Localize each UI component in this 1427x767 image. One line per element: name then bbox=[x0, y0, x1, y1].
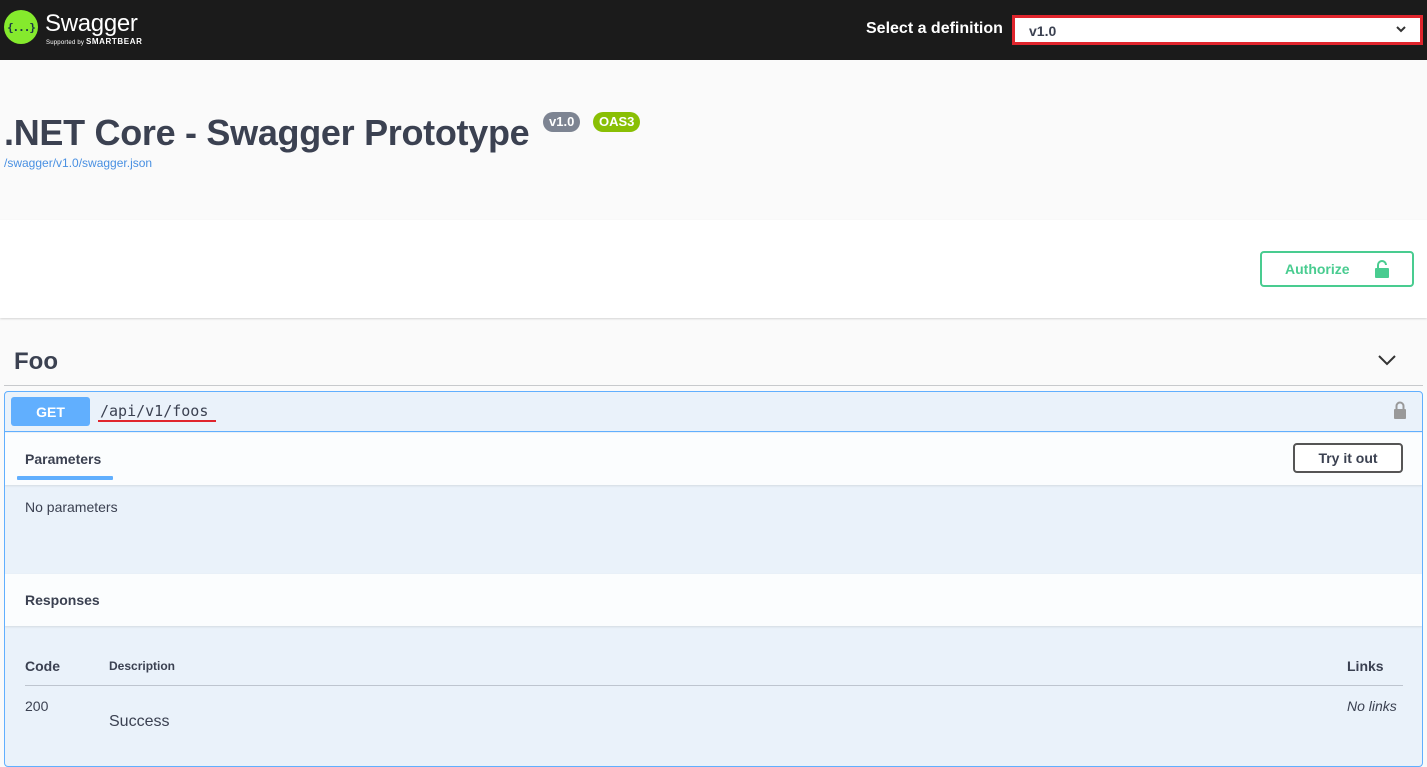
definition-select-value: v1.0 bbox=[1029, 23, 1057, 39]
spec-url-link[interactable]: /swagger/v1.0/swagger.json bbox=[4, 156, 152, 170]
oas-badge: OAS3 bbox=[593, 112, 641, 132]
version-badge: v1.0 bbox=[543, 112, 581, 132]
parameters-header: Parameters Try it out bbox=[5, 433, 1422, 485]
operation-block: GET /api/v1/foos Parameters Try it out N… bbox=[4, 391, 1423, 767]
response-links: No links bbox=[1347, 698, 1397, 714]
authorize-button[interactable]: Authorize bbox=[1260, 251, 1414, 287]
tag-name: Foo bbox=[14, 348, 58, 375]
logo-sub-brand: SMARTBEAR bbox=[85, 37, 143, 46]
logo-sub-prefix: Supported by bbox=[46, 40, 85, 46]
chevron-down-icon[interactable] bbox=[1377, 350, 1397, 370]
response-description: Success bbox=[109, 713, 170, 730]
responses-header: Responses bbox=[5, 574, 1422, 626]
table-header-divider bbox=[25, 685, 1403, 686]
logo-subtitle: Supported by SMARTBEAR bbox=[46, 37, 142, 46]
top-bar: {...} Swagger Supported by SMARTBEAR Sel… bbox=[0, 0, 1427, 60]
tab-active-indicator bbox=[17, 476, 113, 480]
swagger-logo-icon: {...} bbox=[4, 10, 38, 44]
responses-title: Responses bbox=[25, 592, 100, 608]
definition-label: Select a definition bbox=[866, 20, 1003, 37]
definition-select[interactable]: v1.0 bbox=[1012, 15, 1423, 45]
column-header-code: Code bbox=[25, 658, 60, 674]
unlocked-icon bbox=[1375, 260, 1389, 278]
scheme-container: Authorize bbox=[0, 220, 1427, 318]
column-header-description: Description bbox=[109, 659, 176, 673]
authorize-label: Authorize bbox=[1285, 261, 1350, 277]
tab-parameters[interactable]: Parameters bbox=[25, 451, 101, 467]
operation-path: /api/v1/foos bbox=[100, 402, 209, 420]
operation-summary[interactable]: GET /api/v1/foos bbox=[5, 392, 1422, 432]
tag-foo-header[interactable]: Foo bbox=[4, 338, 1423, 386]
path-highlight-underline bbox=[98, 420, 216, 422]
logo-text: Swagger Supported by SMARTBEAR bbox=[45, 10, 142, 47]
lock-icon[interactable] bbox=[1393, 401, 1407, 419]
swagger-logo[interactable]: {...} Swagger Supported by SMARTBEAR bbox=[4, 10, 142, 46]
column-header-links: Links bbox=[1347, 658, 1384, 674]
http-method-badge: GET bbox=[11, 397, 90, 426]
page-title: .NET Core - Swagger Prototype bbox=[4, 112, 530, 153]
info-section: .NET Core - Swagger Prototype v1.0 OAS3 … bbox=[0, 60, 1427, 220]
chevron-down-icon bbox=[1396, 26, 1406, 33]
no-parameters-text: No parameters bbox=[25, 499, 118, 515]
try-it-out-button[interactable]: Try it out bbox=[1293, 443, 1403, 473]
response-code: 200 bbox=[25, 698, 49, 714]
logo-title: Swagger bbox=[45, 10, 138, 37]
